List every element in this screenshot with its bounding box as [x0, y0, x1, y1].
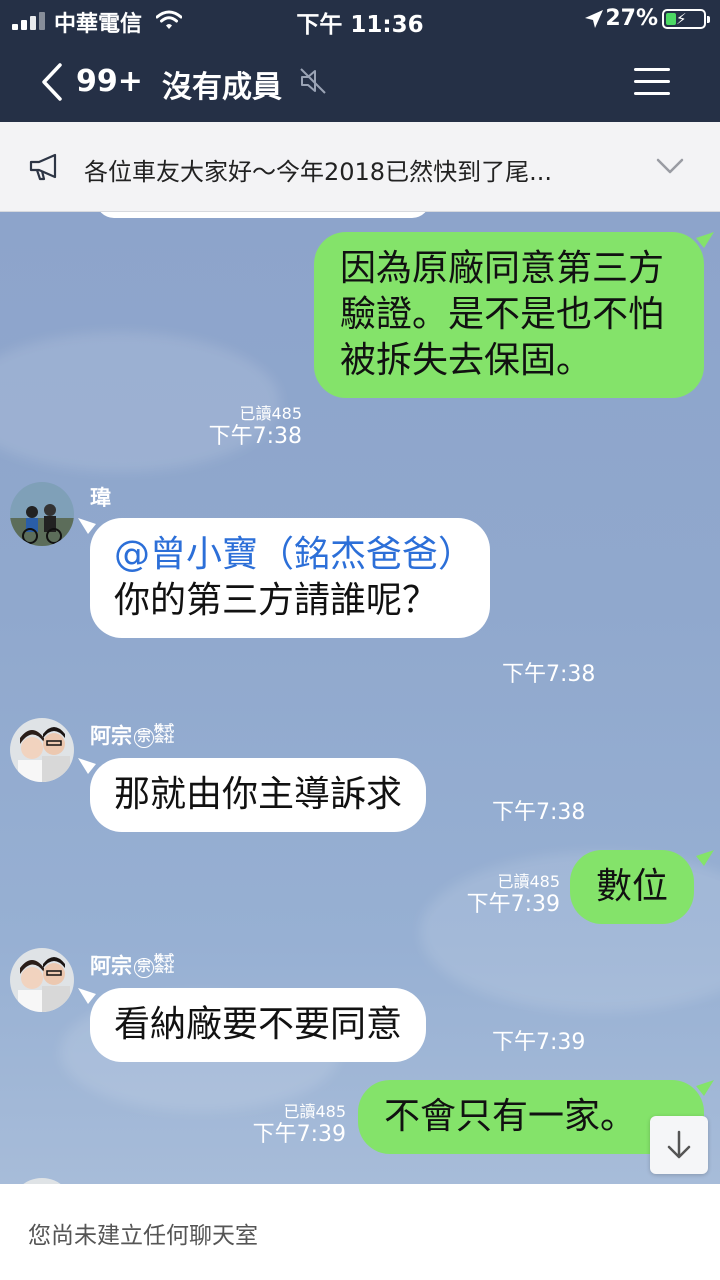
- bubble-tail: [696, 232, 714, 248]
- unread-count[interactable]: 99+: [76, 64, 143, 99]
- chat-header: 99+ 沒有成員: [0, 52, 720, 112]
- chevron-down-icon[interactable]: [654, 154, 686, 178]
- message-text: 數位: [596, 866, 669, 907]
- sender-badge: 宗: [134, 728, 154, 748]
- sender-name: 阿宗 宗株式会社: [90, 724, 174, 748]
- message-text: 那就由你主導訴求: [114, 774, 403, 815]
- sender-badge: 宗: [134, 958, 154, 978]
- megaphone-icon: [29, 153, 57, 181]
- scroll-down-button[interactable]: [650, 1116, 708, 1174]
- message-bubble-partial: [96, 212, 430, 218]
- message-text: 因為原廠同意第三方驗證。是不是也不怕被拆失去保固。: [340, 248, 665, 381]
- bottom-bar: 您尚未建立任何聊天室: [0, 1184, 720, 1280]
- bubble-tail: [696, 850, 714, 866]
- message-bubble-incoming[interactable]: 那就由你主導訴求: [90, 758, 427, 832]
- message-bubble-incoming[interactable]: @曾小寶（銘杰爸爸） 你的第三方請誰呢？: [90, 518, 490, 638]
- chat-title: 沒有成員: [162, 70, 282, 105]
- battery-icon: ⚡: [662, 9, 710, 29]
- avatar[interactable]: [10, 718, 74, 782]
- message-meta: 下午7:39: [492, 1030, 586, 1055]
- message-meta: 下午7:38: [492, 800, 586, 825]
- top-bar: 中華電信 下午 11:36 27% ⚡ 99+ 沒有成員: [0, 0, 720, 122]
- message-bubble-outgoing[interactable]: 數位: [570, 850, 695, 924]
- scroll-down-icon: [667, 1130, 691, 1159]
- menu-icon[interactable]: [634, 68, 670, 96]
- avatar[interactable]: [10, 948, 74, 1012]
- sender-name: 瑋: [90, 486, 111, 510]
- bubble-tail: [78, 758, 96, 774]
- message-text: 你的第三方請誰呢？: [114, 580, 439, 621]
- message-text: 看納廠要不要同意: [114, 1004, 403, 1045]
- location-icon: [585, 10, 603, 28]
- sender-corp: 株式会社: [154, 954, 174, 975]
- message-meta: 已讀485 下午7:39: [252, 1102, 346, 1147]
- avatar[interactable]: [10, 482, 74, 546]
- chat-area[interactable]: 已讀485 下午7:38 因為原廠同意第三方驗證。是不是也不怕被拆失去保固。 瑋…: [0, 212, 720, 1184]
- bubble-tail: [78, 518, 96, 534]
- announcement-bar[interactable]: 各位車友大家好～今年2018已然快到了尾...: [0, 122, 720, 212]
- empty-chatroom-message: 您尚未建立任何聊天室: [28, 1223, 258, 1249]
- battery-percent: 27%: [605, 6, 658, 31]
- mute-icon: [300, 68, 326, 94]
- sender-corp: 株式会社: [154, 724, 174, 745]
- status-bar: 中華電信 下午 11:36 27% ⚡: [0, 0, 720, 40]
- sender-name: 阿宗 宗株式会社: [90, 954, 174, 978]
- message-meta: 已讀485 下午7:38: [208, 404, 302, 449]
- bubble-tail: [696, 1080, 714, 1096]
- back-icon[interactable]: [38, 62, 66, 102]
- message-bubble-outgoing[interactable]: 因為原廠同意第三方驗證。是不是也不怕被拆失去保固。: [314, 232, 704, 398]
- bubble-tail: [78, 988, 96, 1004]
- mention-link[interactable]: @曾小寶（銘杰爸爸）: [114, 534, 474, 575]
- message-bubble-incoming[interactable]: 看納廠要不要同意: [90, 988, 427, 1062]
- message-meta: 下午7:38: [502, 662, 596, 687]
- message-text: 不會只有一家。: [384, 1096, 637, 1137]
- announcement-text: 各位車友大家好～今年2018已然快到了尾...: [84, 158, 552, 186]
- message-meta: 已讀485 下午7:39: [466, 872, 560, 917]
